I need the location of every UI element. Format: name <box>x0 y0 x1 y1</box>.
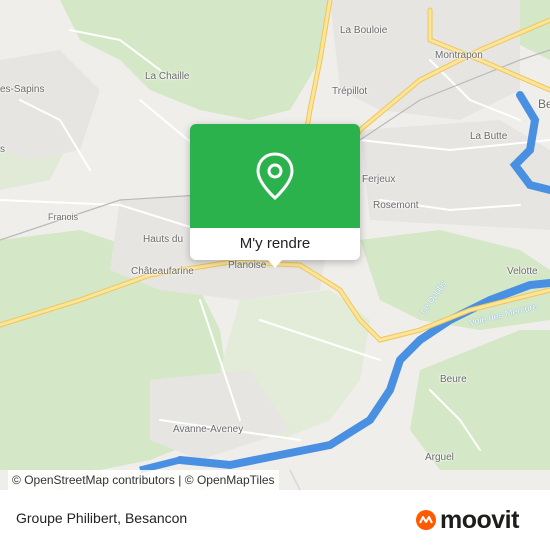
map-view[interactable]: La Bouloie Montrapon Trépillot La Chaill… <box>0 0 550 490</box>
place-label: Beure <box>440 374 467 385</box>
moovit-wordmark: moovit <box>440 505 519 534</box>
popup-header <box>190 124 360 228</box>
location-title: Groupe Philibert, Besancon <box>16 510 188 526</box>
place-label: La Butte <box>470 131 508 142</box>
osm-attribution-link[interactable]: OpenStreetMap contributors <box>24 473 175 487</box>
location-popup: M'y rendre <box>190 124 360 268</box>
location-pin-icon <box>256 152 294 200</box>
place-label: Hauts du <box>143 234 184 245</box>
place-label: Franois <box>48 212 79 222</box>
copyright-symbol: © <box>184 473 194 487</box>
copyright-symbol: © <box>12 473 21 487</box>
place-label: Ferjeux <box>362 174 396 185</box>
place-label: La Bouloie <box>340 25 388 36</box>
moovit-logo-icon <box>416 510 436 530</box>
place-label: Rosemont <box>373 200 419 211</box>
place-label: s <box>0 144 5 155</box>
attribution-separator: | <box>178 473 182 487</box>
place-label: Planoise <box>228 260 267 271</box>
place-label: La Chaille <box>145 71 190 82</box>
popup-tail <box>268 260 282 268</box>
place-label: Arguel <box>425 452 454 463</box>
directions-button[interactable]: M'y rendre <box>190 228 360 260</box>
tiles-attribution-link[interactable]: OpenMapTiles <box>197 473 275 487</box>
moovit-logo[interactable]: moovit <box>414 504 519 536</box>
place-label: Avanne-Aveney <box>173 424 244 435</box>
place-label: Be <box>538 97 550 111</box>
place-label: Châteaufarine <box>131 266 194 277</box>
footer-bar: Groupe Philibert, Besancon moovit <box>0 490 550 550</box>
place-label: Velotte <box>507 266 538 277</box>
place-label: Trépillot <box>332 86 368 97</box>
place-label: Montrapon <box>435 50 483 61</box>
map-attribution: © OpenStreetMap contributors | © OpenMap… <box>0 470 550 490</box>
place-label: es-Sapins <box>0 84 45 95</box>
